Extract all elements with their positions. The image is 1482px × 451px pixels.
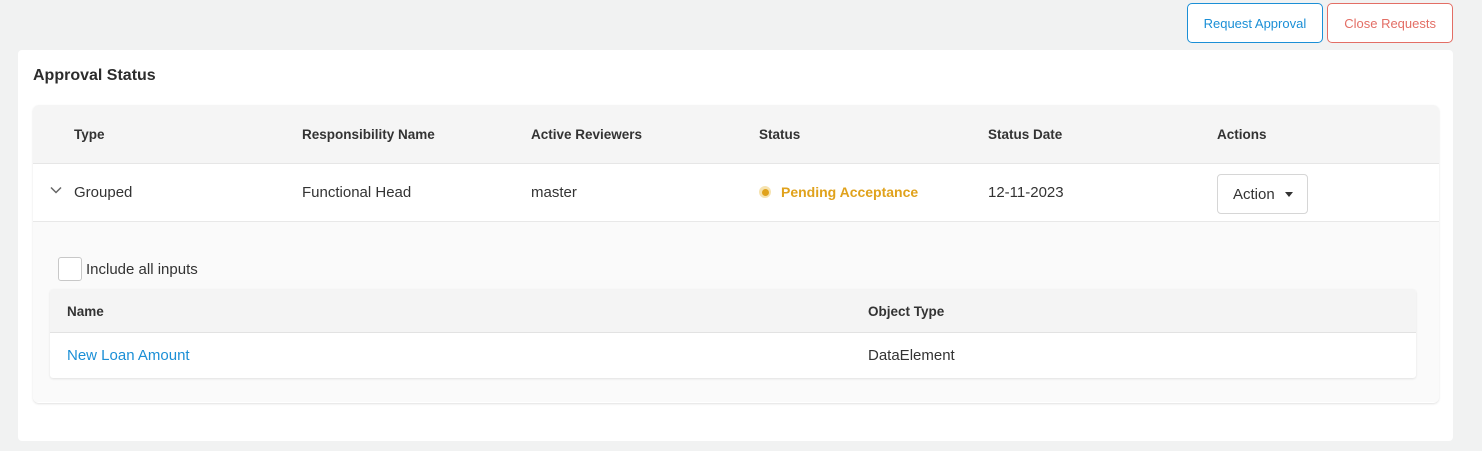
expanded-row-details: Include all inputs Name Object Type New … [33,222,1439,402]
header-status-date: Status Date [988,127,1063,142]
row-active-reviewers: master [531,184,577,201]
status-badge: Pending Acceptance [759,184,918,200]
include-all-inputs-label: Include all inputs [86,260,198,278]
table-row: Grouped Functional Head master Pending A… [33,164,1439,222]
inputs-table-header: Name Object Type [50,289,1416,333]
status-text: Pending Acceptance [781,184,919,200]
header-status: Status [759,127,801,142]
input-name-link[interactable]: New Loan Amount [67,347,190,364]
include-all-inputs: Include all inputs [58,257,198,281]
table-row: New Loan Amount DataElement [50,333,1416,377]
row-type: Grouped [74,184,133,201]
chevron-down-icon[interactable] [49,183,63,197]
action-dropdown-label: Action [1233,185,1275,203]
close-requests-button[interactable]: Close Requests [1327,3,1453,43]
header-object-type: Object Type [868,304,945,319]
header-responsibility-name: Responsibility Name [302,127,435,142]
status-dot-icon [759,186,771,198]
top-toolbar: Request Approval Close Requests [1186,3,1453,43]
action-dropdown[interactable]: Action [1217,174,1308,214]
caret-down-icon [1284,191,1293,197]
approval-status-card: Approval Status Type Responsibility Name… [18,50,1453,441]
row-status-date: 12-11-2023 [988,184,1064,201]
request-approval-button[interactable]: Request Approval [1186,3,1324,43]
header-active-reviewers: Active Reviewers [531,127,643,142]
inputs-table: Name Object Type New Loan Amount DataEle… [50,289,1416,378]
row-responsibility-name: Functional Head [302,184,412,201]
card-title: Approval Status [33,67,156,84]
header-name: Name [67,304,104,319]
header-actions: Actions [1217,127,1267,142]
table-header: Type Responsibility Name Active Reviewer… [33,105,1439,164]
approval-table: Type Responsibility Name Active Reviewer… [33,105,1439,403]
input-object-type: DataElement [868,347,955,364]
include-all-inputs-checkbox[interactable] [58,257,82,281]
header-type: Type [74,127,105,142]
